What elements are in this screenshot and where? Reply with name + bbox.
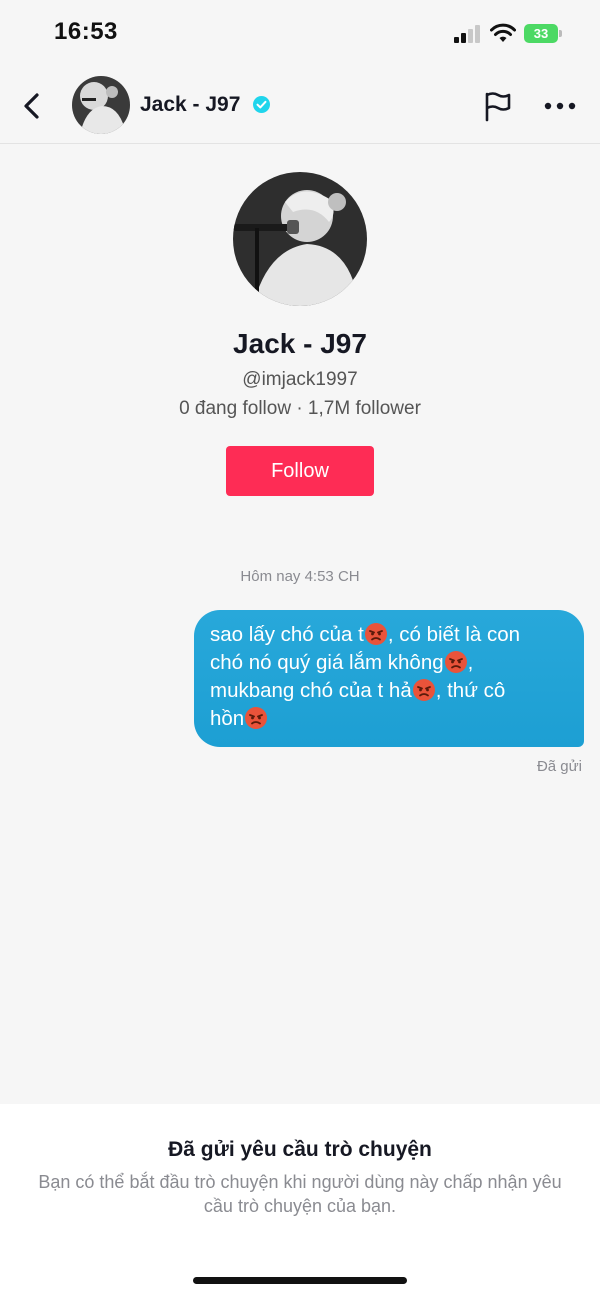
avatar-image — [72, 76, 130, 134]
profile-stats: 0 đang follow · 1,7M follower — [179, 398, 421, 419]
message-text: , có biết là con — [387, 623, 521, 646]
more-dots-icon[interactable] — [544, 100, 576, 112]
battery-icon: 33 — [524, 24, 558, 43]
wifi-icon — [490, 23, 516, 42]
angry-face-icon — [245, 707, 268, 729]
message-text: , — [467, 651, 474, 674]
status-bar: 16:53 33 — [0, 0, 600, 66]
back-arrow-icon[interactable] — [18, 90, 46, 122]
chat-header: Jack - J97 — [0, 66, 600, 144]
status-time: 16:53 — [54, 18, 118, 45]
verified-badge-icon — [253, 96, 270, 113]
message-text: sao lấy chó của t — [210, 623, 364, 646]
battery-tip — [559, 30, 562, 37]
angry-face-icon — [364, 623, 387, 645]
header-avatar[interactable] — [72, 76, 130, 134]
sheet-description: Bạn có thể bắt đầu trò chuyện khi người … — [38, 1172, 562, 1216]
flag-icon[interactable] — [482, 90, 514, 122]
message-line: chó nó quý giá lắm không, — [210, 649, 572, 677]
follow-button[interactable]: Follow — [226, 446, 374, 496]
message-line: hồn — [210, 705, 572, 733]
profile-avatar-image — [233, 172, 367, 306]
profile-avatar[interactable] — [233, 172, 367, 306]
message-timestamp: Hôm nay 4:53 CH — [240, 568, 360, 585]
home-indicator[interactable] — [193, 1277, 407, 1284]
message-bubble[interactable]: sao lấy chó của t , có biết là con chó nó… — [194, 610, 584, 747]
signal-icon — [454, 25, 480, 43]
profile-name: Jack - J97 — [233, 328, 367, 359]
angry-face-icon — [444, 651, 467, 673]
message-text: hồn — [210, 707, 245, 730]
sheet-title: Đã gửi yêu cầu trò chuyện — [168, 1138, 432, 1161]
message-line: sao lấy chó của t , có biết là con — [210, 621, 572, 649]
message-line: mukbang chó của t hả , thứ cô — [210, 677, 572, 705]
message-text: chó nó quý giá lắm không — [210, 651, 444, 674]
profile-handle: @imjack1997 — [242, 369, 358, 390]
chat-request-sheet: Đã gửi yêu cầu trò chuyện Bạn có thể bắt… — [0, 1104, 600, 1299]
header-username[interactable]: Jack - J97 — [140, 93, 240, 117]
sent-status: Đã gửi — [536, 758, 582, 775]
message-text: , thứ cô — [435, 679, 506, 702]
angry-face-icon — [412, 679, 435, 701]
message-text: mukbang chó của t hả — [210, 679, 412, 702]
